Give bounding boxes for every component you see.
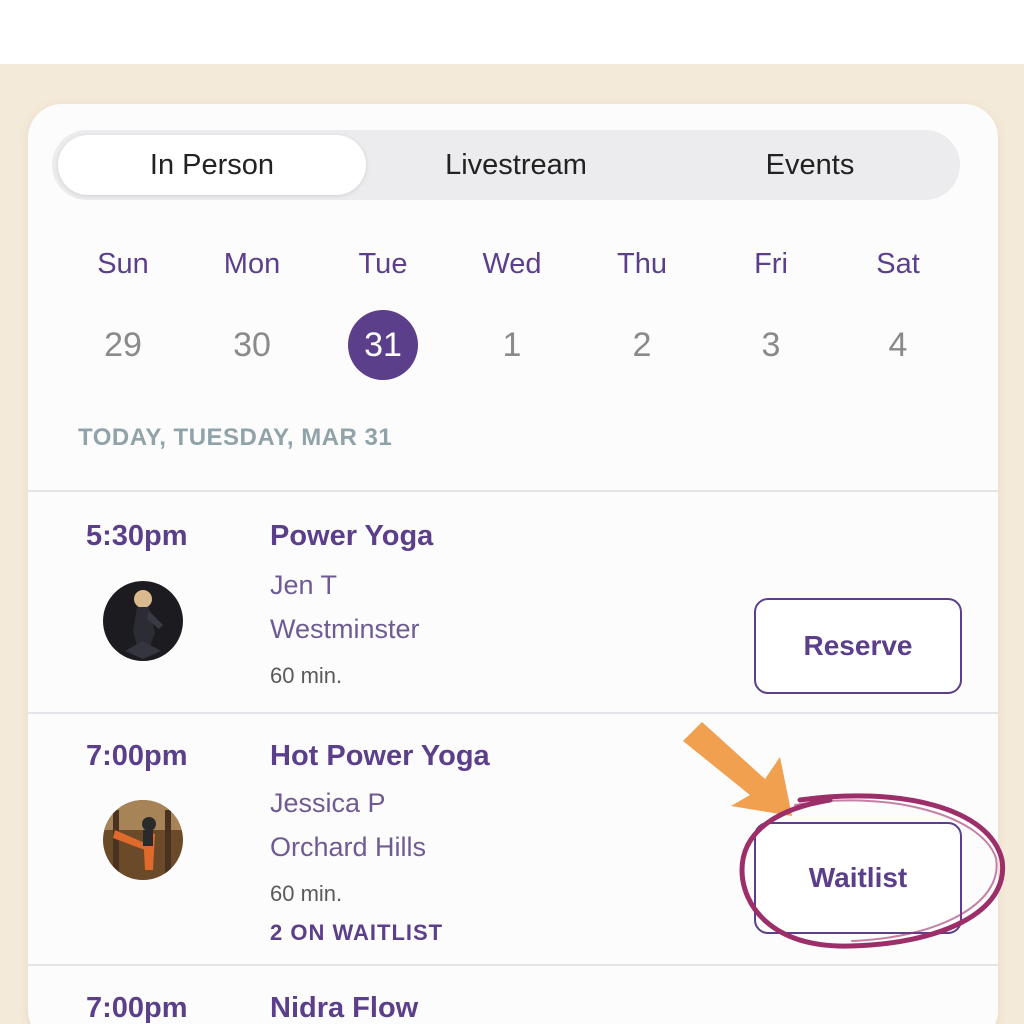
day-tue-selected[interactable]: Tue 31: [318, 244, 448, 380]
day-name: Wed: [482, 248, 542, 280]
day-number: 4: [888, 326, 908, 364]
class-row[interactable]: 7:00pm Hot Power Yoga Jessica P Orchard …: [28, 714, 998, 964]
day-number: 29: [104, 326, 142, 364]
schedule-card: In Person Livestream Events Sun 29 Mon 3…: [28, 104, 998, 1024]
instructor-avatar: [103, 581, 183, 661]
class-location: Orchard Hills: [270, 832, 427, 862]
day-name: Thu: [617, 248, 667, 280]
waitlist-button[interactable]: Waitlist: [754, 822, 962, 934]
day-name: Sun: [97, 248, 149, 280]
tab-events[interactable]: Events: [666, 135, 954, 195]
tab-in-person[interactable]: In Person: [58, 135, 366, 195]
day-wed[interactable]: Wed 1: [447, 244, 577, 380]
day-number: 31: [364, 326, 402, 364]
day-name: Mon: [223, 248, 281, 280]
date-header: TODAY, TUESDAY, MAR 31: [78, 424, 393, 451]
day-fri[interactable]: Fri 3: [706, 244, 836, 380]
day-sun[interactable]: Sun 29: [58, 244, 188, 380]
class-title: Power Yoga: [270, 520, 434, 552]
day-mon[interactable]: Mon 30: [187, 244, 317, 380]
segmented-tabs: In Person Livestream Events: [52, 130, 960, 200]
class-time: 7:00pm: [86, 740, 188, 772]
instructor-name: Jen T: [270, 570, 338, 600]
reserve-button[interactable]: Reserve: [754, 598, 962, 694]
day-name: Tue: [358, 248, 408, 280]
class-row[interactable]: 7:00pm Nidra Flow: [28, 966, 998, 1024]
instructor-avatar: [103, 800, 183, 880]
class-duration: 60 min.: [270, 881, 343, 906]
day-name: Sat: [876, 248, 920, 280]
class-location: Westminster: [270, 614, 420, 644]
class-duration: 60 min.: [270, 663, 343, 688]
day-number: 3: [761, 326, 781, 364]
day-number: 30: [233, 326, 271, 364]
day-thu[interactable]: Thu 2: [577, 244, 707, 380]
day-name: Fri: [754, 248, 788, 280]
day-sat[interactable]: Sat 4: [833, 244, 963, 380]
day-number: 2: [632, 326, 652, 364]
day-number: 1: [502, 326, 522, 364]
class-row[interactable]: 5:30pm Power Yoga Jen T Westminster 60 m…: [28, 492, 998, 712]
week-picker: Sun 29 Mon 30 Tue 31 Wed 1 Thu 2 Fri 3 S…: [58, 244, 968, 380]
class-time: 7:00pm: [86, 992, 188, 1024]
top-bar: [0, 0, 1024, 64]
instructor-name: Jessica P: [270, 788, 386, 818]
class-title: Hot Power Yoga: [270, 740, 490, 772]
tab-livestream[interactable]: Livestream: [366, 135, 666, 195]
class-time: 5:30pm: [86, 520, 188, 552]
class-title: Nidra Flow: [270, 992, 419, 1024]
waitlist-count: 2 ON WAITLIST: [270, 920, 444, 945]
